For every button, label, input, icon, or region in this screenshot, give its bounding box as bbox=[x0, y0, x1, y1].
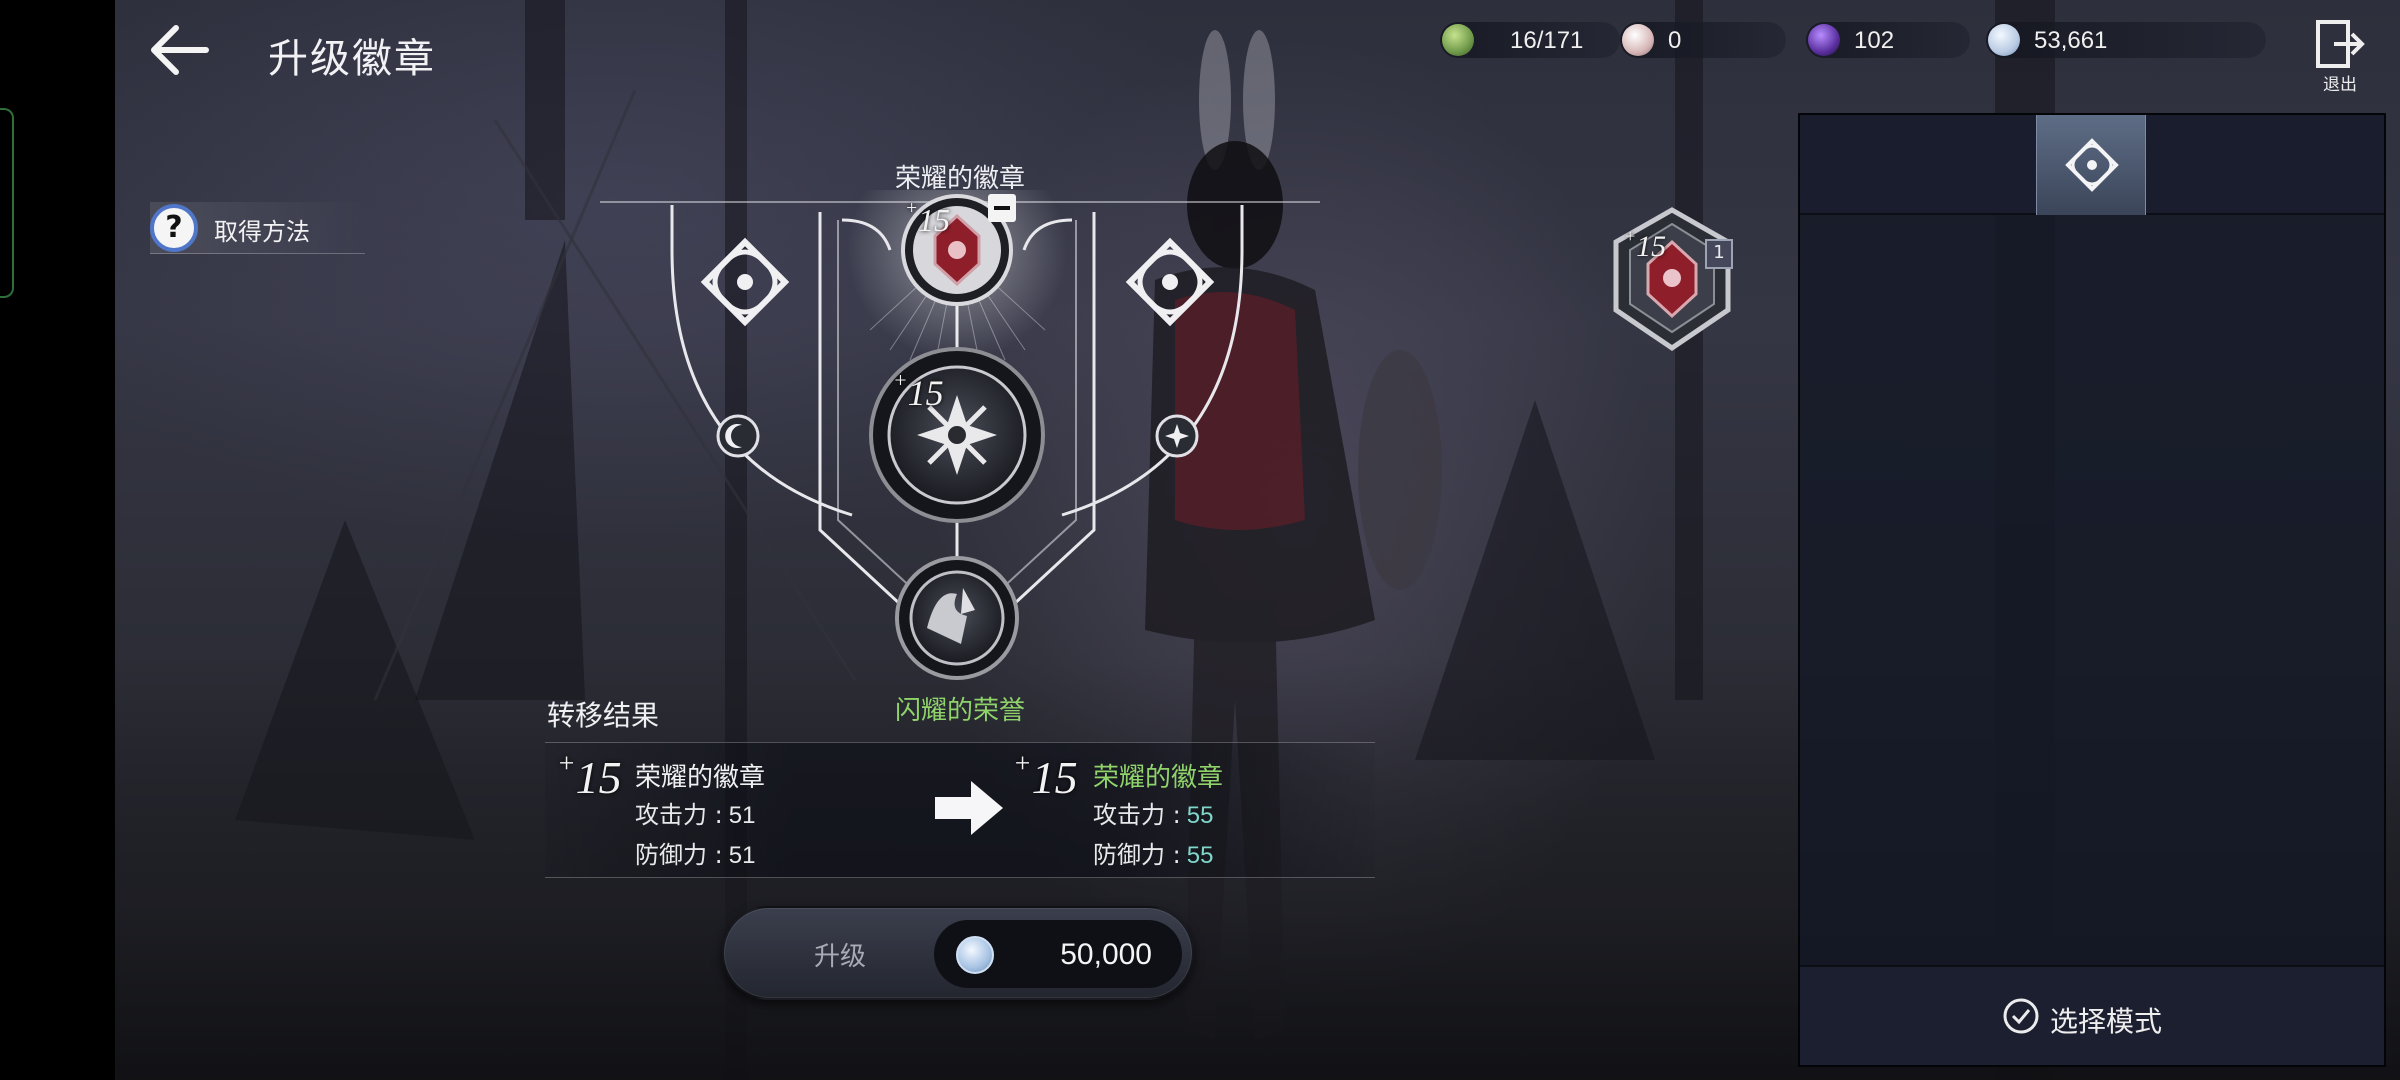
before-defense: 防御力 :51 bbox=[635, 841, 756, 869]
celtic-knot-icon-left bbox=[700, 237, 790, 327]
transfer-result-panel: +15 荣耀的徽章 攻击力 :51 防御力 :51 +15 荣耀的徽章 攻击力 … bbox=[545, 742, 1375, 878]
currency-value: 0 bbox=[1668, 27, 1682, 54]
center-badge-level: +15 bbox=[893, 368, 944, 413]
bottom-badge-name: 闪耀的荣誉 bbox=[894, 696, 1025, 726]
select-mode-label: 选择模式 bbox=[2050, 1005, 2163, 1038]
equipped-badge-level: +15 bbox=[1624, 226, 1667, 263]
check-circle-icon bbox=[2003, 998, 2039, 1034]
shield-badge-icon bbox=[1613, 207, 1733, 352]
currency-value: 16/171 bbox=[1510, 27, 1584, 54]
badge-frame bbox=[600, 190, 1320, 680]
purple-orb-icon bbox=[1808, 24, 1840, 56]
green-gem-icon bbox=[1442, 24, 1474, 56]
after-level: +15 bbox=[1013, 747, 1078, 803]
system-edge-strip bbox=[0, 0, 115, 1080]
inventory-footer: 选择模式 bbox=[1800, 965, 2384, 1065]
obtain-method-button[interactable]: ? 取得方法 bbox=[150, 202, 365, 254]
currency-value: 102 bbox=[1854, 27, 1895, 54]
before-attack: 攻击力 :51 bbox=[635, 801, 756, 829]
upgrade-cost-amount: 50,000 bbox=[1060, 938, 1152, 971]
page-title: 升级徽章 bbox=[268, 36, 436, 82]
exit-button[interactable]: 退出 bbox=[2310, 18, 2370, 95]
currency-value: 53,661 bbox=[2034, 27, 2108, 54]
currency-pearl[interactable]: 0 bbox=[1620, 22, 1786, 58]
celtic-knot-icon bbox=[2065, 138, 2119, 192]
side-handle[interactable] bbox=[0, 108, 14, 298]
moon-icon bbox=[716, 414, 760, 458]
equipped-badge-item[interactable]: +15 1 bbox=[1602, 206, 1742, 356]
after-attack: 攻击力 :55 bbox=[1093, 801, 1214, 829]
exit-label: 退出 bbox=[2323, 75, 2357, 95]
upgrade-button[interactable]: 升级 50,000 bbox=[722, 906, 1194, 1000]
arrow-right-icon bbox=[935, 781, 1003, 835]
upgrade-cost: 50,000 bbox=[934, 920, 1182, 988]
after-defense: 防御力 :55 bbox=[1093, 841, 1214, 869]
sun-icon bbox=[1155, 414, 1199, 458]
upgrade-label: 升级 bbox=[814, 942, 867, 972]
arrow-left-icon bbox=[151, 25, 209, 75]
exit-door-icon bbox=[2316, 20, 2365, 68]
after-badge-name: 荣耀的徽章 bbox=[1093, 763, 1224, 793]
obtain-method-label: 取得方法 bbox=[214, 218, 310, 246]
top-badge-level: +15 bbox=[905, 198, 950, 238]
before-level: +15 bbox=[557, 747, 622, 803]
tab-badges[interactable] bbox=[2036, 115, 2146, 215]
currency-green-gem[interactable]: 16/171 bbox=[1440, 22, 1620, 58]
back-button[interactable] bbox=[148, 22, 212, 78]
celtic-knot-icon-right bbox=[1125, 237, 1215, 327]
silver-coin-icon bbox=[956, 936, 994, 974]
equipped-badge-count: 1 bbox=[1713, 242, 1725, 263]
bottom-badge-slot[interactable] bbox=[895, 556, 1019, 680]
inventory-panel: 选择模式 bbox=[1798, 113, 2386, 1067]
pearl-icon bbox=[1622, 24, 1654, 56]
currency-silver-coin[interactable]: 53,661 bbox=[1986, 22, 2266, 58]
before-badge-name: 荣耀的徽章 bbox=[635, 763, 766, 793]
question-icon: ? bbox=[150, 204, 198, 252]
inventory-tabs bbox=[1800, 115, 2384, 215]
currency-purple-orb[interactable]: 102 bbox=[1806, 22, 1970, 58]
silver-coin-icon bbox=[1988, 24, 2020, 56]
transfer-result-title: 转移结果 bbox=[547, 699, 660, 732]
